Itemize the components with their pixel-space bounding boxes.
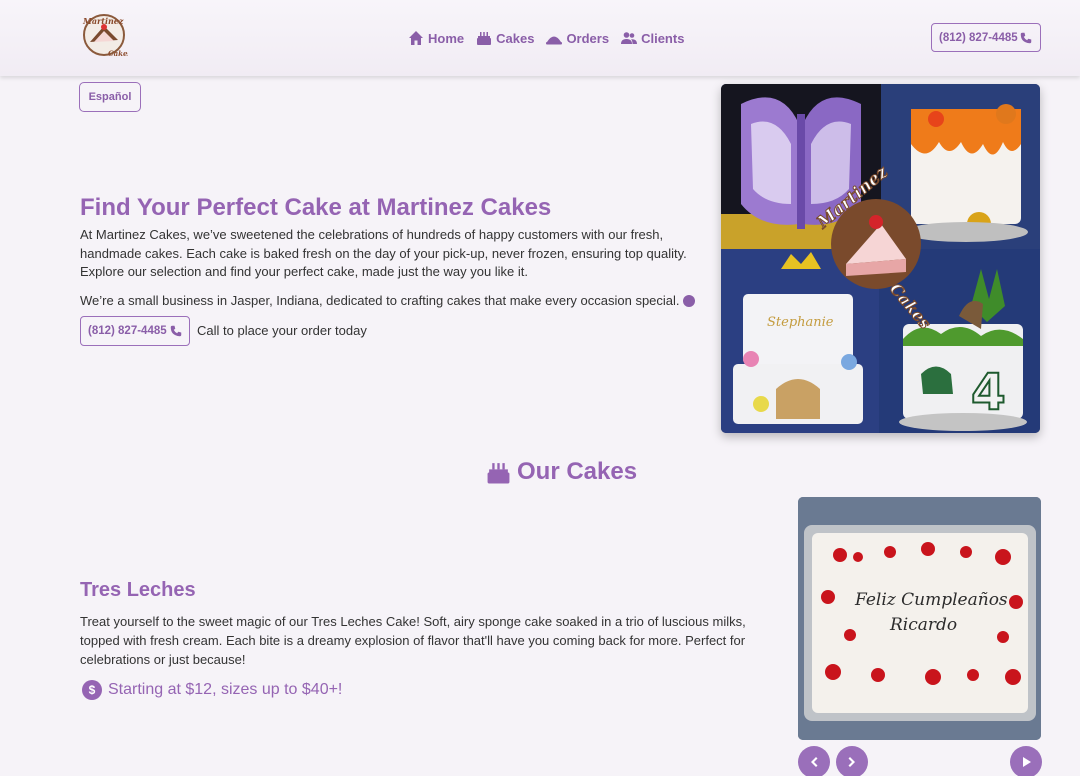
orders-icon	[546, 36, 563, 45]
svg-text:Martinez: Martinez	[82, 16, 124, 26]
chevron-left-icon	[811, 757, 818, 767]
play-icon	[1023, 757, 1031, 767]
hero-location-text: We’re a small business in Jasper, Indian…	[80, 293, 680, 308]
home-icon	[409, 31, 423, 45]
nav-cakes[interactable]: Cakes	[476, 28, 534, 48]
svg-text:4: 4	[971, 363, 1006, 421]
cake-price: $ Starting at $12, sizes up to $40+!	[82, 680, 342, 700]
carousel-play-button[interactable]	[1010, 746, 1042, 776]
call-to-order-text: Call to place your order today	[197, 323, 367, 338]
hero-paragraph-intro: At Martinez Cakes, we’ve sweetened the c…	[80, 227, 687, 279]
logo[interactable]: Martinez Cakes	[80, 12, 131, 58]
globe-icon	[682, 295, 695, 307]
hero-paragraph-location: We’re a small business in Jasper, Indian…	[80, 292, 710, 310]
header-phone-button[interactable]: (812) 827-4485	[931, 23, 1041, 52]
chevron-right-icon	[848, 757, 855, 767]
tres-leches-cake-image: Feliz Cumpleaños Ricardo	[798, 497, 1041, 740]
our-cakes-title: Our Cakes	[517, 458, 638, 485]
hero-phone-button[interactable]: (812) 827-4485	[80, 316, 190, 346]
main-nav: Home Cakes Orders Clients	[408, 28, 684, 48]
svg-text:Stephanie: Stephanie	[767, 315, 834, 330]
carousel-next-button[interactable]	[836, 746, 868, 776]
site-header: Martinez Cakes Home Cakes Orders Clients…	[0, 0, 1080, 76]
carousel-prev-button[interactable]	[798, 746, 830, 776]
svg-text:Feliz Cumpleaños: Feliz Cumpleaños	[854, 590, 1008, 610]
cake-title: Tres Leches	[80, 579, 196, 601]
hero-phone-number: (812) 827-4485	[88, 325, 167, 337]
nav-home[interactable]: Home	[408, 28, 464, 48]
svg-text:Cakes: Cakes	[108, 49, 128, 58]
cake-price-text: Starting at $12, sizes up to $40+!	[108, 681, 343, 698]
dollar-icon: $	[82, 680, 102, 700]
phone-icon	[170, 325, 182, 337]
hero-title: Find Your Perfect Cake at Martinez Cakes	[80, 194, 552, 221]
nav-cakes-label: Cakes	[496, 30, 535, 46]
nav-home-label: Home	[428, 30, 465, 46]
cake-icon	[487, 462, 510, 483]
language-toggle-button[interactable]: Español	[79, 82, 141, 112]
svg-text:Ricardo: Ricardo	[889, 615, 957, 635]
cake-description: Treat yourself to the sweet magic of our…	[80, 614, 746, 667]
nav-clients-label: Clients	[641, 30, 685, 46]
our-cakes-heading: Our Cakes	[486, 458, 637, 486]
nav-orders-label: Orders	[566, 30, 610, 46]
phone-icon	[1020, 32, 1032, 43]
cake-icon	[477, 32, 492, 45]
header-phone-number: (812) 827-4485	[939, 31, 1018, 44]
cake-collage-image: Stephanie 4 Martinez Cakes	[721, 84, 1040, 433]
nav-orders[interactable]: Orders	[546, 28, 609, 48]
nav-clients[interactable]: Clients	[621, 28, 684, 48]
clients-icon	[621, 32, 638, 44]
